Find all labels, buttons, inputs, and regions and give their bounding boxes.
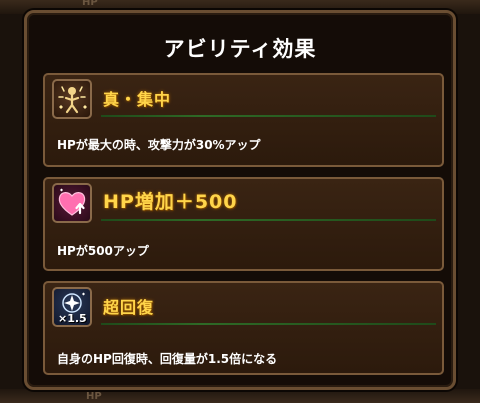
ability-divider-3	[101, 323, 436, 325]
ability-card-1[interactable]: 真・集中 HPが最大の時、攻撃力が30%アップ	[43, 73, 444, 167]
dialog-title: アビリティ効果	[163, 37, 317, 61]
icon-multiplier-label: ×1.5	[58, 312, 87, 325]
ability-name-3: 超回復	[103, 298, 155, 317]
ability-card-3[interactable]: ×1.5 超回復 自身のHP回復時、回復量が1.5倍になる	[43, 281, 444, 375]
ability-divider-1	[101, 115, 436, 117]
ability-card-1-header: 真・集中	[45, 75, 442, 123]
ability-card-2-header: HP増加＋500	[45, 179, 442, 227]
ability-description-2: HPが500アップ	[57, 244, 149, 258]
background-hp-text-bottom: HP	[86, 391, 102, 402]
background-bottom: HP	[0, 389, 480, 403]
ability-effect-dialog: アビリティ効果 真・集中 HPが最大の時、攻撃力が30%アップ HP増加＋500…	[24, 10, 456, 390]
ability-name-2: HP増加＋500	[103, 191, 238, 213]
ability-description-1: HPが最大の時、攻撃力が30%アップ	[57, 138, 261, 152]
sparkle-recover-icon: ×1.5	[52, 287, 92, 327]
ability-card-2[interactable]: HP増加＋500 HPが500アップ	[43, 177, 444, 271]
ability-description-3: 自身のHP回復時、回復量が1.5倍になる	[57, 352, 278, 366]
figure-focus-icon	[52, 79, 92, 119]
ability-divider-2	[101, 219, 436, 221]
background-hp-text: HP	[82, 0, 98, 8]
ability-name-1: 真・集中	[103, 90, 172, 109]
ability-card-3-header: ×1.5 超回復	[45, 283, 442, 331]
heart-up-icon	[52, 183, 92, 223]
